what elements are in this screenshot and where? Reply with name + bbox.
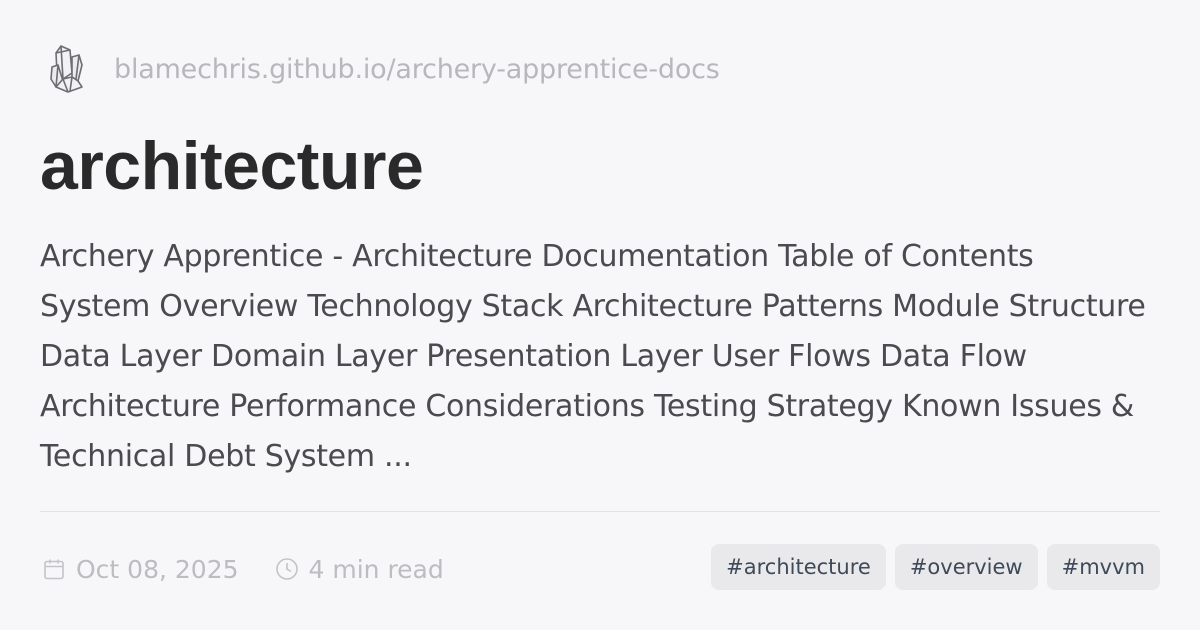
site-header: blamechris.github.io/archery-apprentice-… <box>46 42 720 96</box>
page-title: architecture <box>40 128 424 204</box>
read-time: 4 min read <box>275 555 444 584</box>
post-date-text: Oct 08, 2025 <box>76 554 239 584</box>
tag-mvvm[interactable]: #mvvm <box>1046 544 1160 590</box>
calendar-icon <box>42 557 66 581</box>
read-time-text: 4 min read <box>308 554 444 584</box>
post-date: Oct 08, 2025 <box>42 555 239 584</box>
tag-architecture[interactable]: #architecture <box>711 544 886 590</box>
tag-list: #architecture #overview #mvvm <box>711 544 1160 590</box>
tag-overview[interactable]: #overview <box>894 544 1038 590</box>
crystal-cluster-icon[interactable] <box>46 42 88 96</box>
divider <box>40 511 1160 512</box>
post-meta: Oct 08, 2025 4 min read <box>42 548 444 590</box>
site-url-link[interactable]: blamechris.github.io/archery-apprentice-… <box>114 54 720 85</box>
post-excerpt: Archery Apprentice - Architecture Docume… <box>40 239 1146 474</box>
clock-icon <box>275 557 299 581</box>
